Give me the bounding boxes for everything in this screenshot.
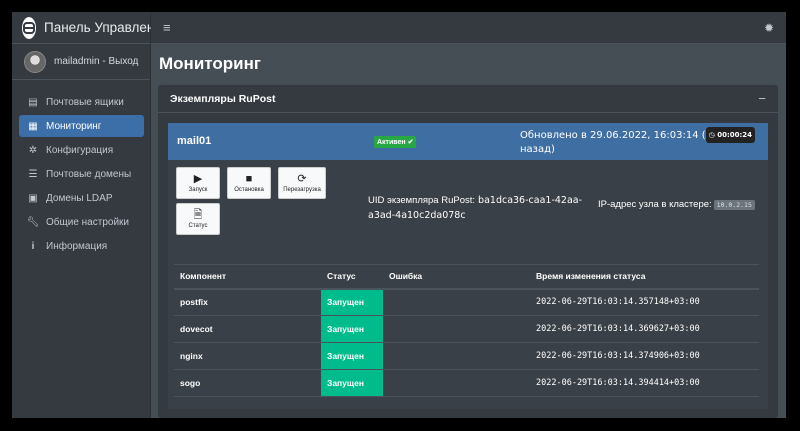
table-row: postfix Запущен 2022-06-29T16:03:14.3571… [174, 288, 759, 316]
info-icon: i [31, 240, 35, 252]
error-cell [383, 315, 530, 343]
column-header: Компонент [174, 264, 321, 290]
sidebar-item-ldap-domains[interactable]: ▣ Домены LDAP [19, 187, 144, 209]
mailbox-icon: ▤ [28, 96, 38, 108]
component-cell: dovecot [174, 315, 321, 343]
sync-icon: ⟳ [297, 173, 307, 185]
settings-icon[interactable]: ✹ [764, 21, 774, 35]
avatar [24, 50, 46, 73]
table-row: nginx Запущен 2022-06-29T16:03:14.374906… [174, 342, 759, 370]
top-navbar: ≡ ✹ [151, 12, 786, 44]
check-icon: ✔ [407, 139, 414, 146]
instance-panel: mail01 Активен ✔ Обновлено в 29.06.2022,… [168, 123, 768, 409]
uid-label: UID экземпляра RuPost: [368, 195, 476, 206]
sidebar-item-label: Домены LDAP [46, 192, 113, 204]
sidebar-item-monitoring[interactable]: ▦ Мониторинг [19, 115, 144, 137]
sidebar-item-label: Конфигурация [46, 144, 114, 156]
collapse-icon[interactable]: − [758, 91, 766, 106]
status-cell: Запущен [321, 315, 383, 343]
menu-toggle-icon[interactable]: ≡ [163, 20, 171, 35]
sidebar-item-label: Мониторинг [46, 120, 102, 132]
stop-button[interactable]: ■ Остановка [227, 167, 271, 199]
ip-value: 10.0.2.15 [713, 200, 755, 210]
status-cell: Запущен [321, 369, 383, 397]
time-cell: 2022-06-29T16:03:14.369627+03:00 [530, 315, 759, 343]
restart-button[interactable]: ⟳ Перезагрузка [278, 167, 326, 199]
table-header-row: Компонент Статус Ошибка Время изменения … [174, 264, 759, 290]
updated-suffix: назад) [520, 144, 555, 155]
file-icon: 🗎︎ [193, 209, 203, 221]
sidebar-item-general-settings[interactable]: 🔧︎ Общие настройки [19, 211, 144, 233]
status-cell: Запущен [321, 342, 383, 370]
time-cell: 2022-06-29T16:03:14.374906+03:00 [530, 342, 759, 370]
user-panel[interactable]: mailadmin - Выход [12, 44, 150, 80]
status-cell: Запущен [321, 288, 383, 316]
list-icon: ☰ [28, 168, 38, 180]
sidebar-item-label: Общие настройки [46, 216, 129, 228]
gear-icon: ✲ [28, 144, 38, 156]
instance-uid: UID экземпляра RuPost: ba1dca36-caa1-42a… [368, 193, 608, 223]
component-cell: sogo [174, 369, 321, 397]
wrench-icon: 🔧︎ [26, 216, 40, 228]
sidebar-item-configuration[interactable]: ✲ Конфигурация [19, 139, 144, 161]
start-button[interactable]: ▶ Запуск [176, 167, 220, 199]
sidebar-item-label: Информация [46, 240, 108, 252]
ip-label: IP-адрес узла в кластере: [598, 199, 712, 210]
sidebar: Панель Управления mailadmin - Выход ▤ По… [12, 12, 169, 418]
components-table: Компонент Статус Ошибка Время изменения … [174, 264, 759, 397]
time-cell: 2022-06-29T16:03:14.394414+03:00 [530, 369, 759, 397]
instance-header: mail01 Активен ✔ Обновлено в 29.06.2022,… [168, 123, 768, 160]
card-header: Экземпляры RuPost − [158, 85, 778, 113]
play-icon: ▶ [193, 173, 203, 185]
error-cell [383, 288, 530, 316]
sidebar-item-label: Почтовые ящики [46, 96, 124, 108]
card-title: Экземпляры RuPost [170, 92, 276, 105]
instance-name: mail01 [177, 135, 212, 147]
brand[interactable]: Панель Управления [12, 12, 169, 44]
page-title: Мониторинг [159, 54, 261, 73]
sidebar-item-label: Почтовые домены [46, 168, 132, 180]
logo-icon [22, 16, 36, 39]
column-header: Время изменения статуса [530, 264, 759, 290]
status-badge: Активен ✔ [374, 136, 417, 148]
error-cell [383, 369, 530, 397]
main-content: Мониторинг Экземпляры RuPost − mail01 Ак… [151, 44, 786, 418]
time-cell: 2022-06-29T16:03:14.357148+03:00 [530, 288, 759, 316]
column-header: Статус [321, 264, 383, 290]
error-cell [383, 342, 530, 370]
column-header: Ошибка [383, 264, 530, 290]
sidebar-item-information[interactable]: i Информация [19, 235, 144, 257]
updated-info: Обновлено в 29.06.2022, 16:03:14 (◷ 00:0… [520, 127, 760, 157]
node-ip: IP-адрес узла в кластере: 10.0.2.15 [598, 199, 755, 210]
component-cell: nginx [174, 342, 321, 370]
sidebar-item-mailboxes[interactable]: ▤ Почтовые ящики [19, 91, 144, 113]
stop-icon: ■ [245, 173, 253, 185]
status-button[interactable]: 🗎︎ Статус [176, 203, 220, 235]
sidebar-nav: ▤ Почтовые ящики ▦ Мониторинг ✲ Конфигур… [12, 80, 150, 257]
clock-icon: ◷ [708, 131, 715, 139]
component-cell: postfix [174, 288, 321, 316]
timer-badge: ◷ 00:00:24 [705, 127, 756, 143]
instances-card: Экземпляры RuPost − mail01 Активен ✔ Обн… [158, 85, 778, 418]
sidebar-item-mail-domains[interactable]: ☰ Почтовые домены [19, 163, 144, 185]
table-row: dovecot Запущен 2022-06-29T16:03:14.3696… [174, 315, 759, 343]
monitor-icon: ▦ [28, 120, 38, 132]
address-book-icon: ▣ [28, 192, 38, 204]
table-row: sogo Запущен 2022-06-29T16:03:14.394414+… [174, 369, 759, 397]
updated-text: Обновлено в 29.06.2022, 16:03:14 ( [520, 130, 706, 141]
user-logout-link[interactable]: mailadmin - Выход [54, 56, 138, 67]
app-window: Панель Управления mailadmin - Выход ▤ По… [12, 12, 786, 418]
